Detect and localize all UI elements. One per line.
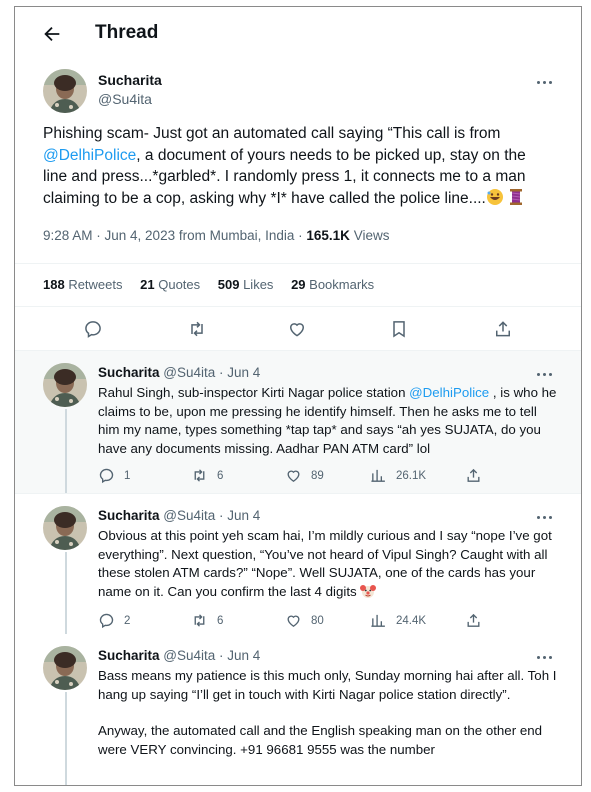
reply-icon [99,613,114,629]
thread-emoji-icon [510,188,523,205]
tweet-text: Phishing scam- Just got an automated cal… [43,123,553,209]
reply-text-part: Rahul Singh, sub-inspector Kirti Nagar p… [98,385,410,400]
reply-actions: 2 6 80 24.4K [98,612,518,632]
reply-header: Sucharita @Su4ita · Jun 4 [98,648,260,663]
reply-header: Sucharita @Su4ita · Jun 4 [98,508,260,523]
clown-emoji-icon [360,585,377,599]
share-icon [467,468,480,482]
reply-text: Obvious at this point yeh scam hai, I’m … [98,527,558,602]
reply-text-part: Obvious at this point yeh scam hai, I’m … [98,528,552,600]
views-chart-icon [371,469,385,482]
author-name[interactable]: Sucharita [98,365,160,380]
bookmarks-stat[interactable]: 29 Bookmarks [291,277,374,292]
like-count-button[interactable]: 80 [285,612,324,629]
back-arrow-icon[interactable] [41,23,63,45]
page-header: Thread [15,7,581,61]
like-icon [287,470,300,482]
mention-link[interactable]: @DelhiPolice [43,147,136,164]
retweet-icon [194,614,205,627]
retweet-icon [194,469,205,482]
reply-text: Bass means my patience is this much only… [98,667,558,760]
mention-link[interactable]: @DelhiPolice [409,385,489,400]
author-handle-date[interactable]: @Su4ita · Jun 4 [163,365,260,380]
author-handle-date[interactable]: @Su4ita · Jun 4 [163,508,260,523]
views-chart-icon [371,614,385,627]
timestamp[interactable]: 9:28 AM · Jun 4, 2023 from Mumbai, India… [43,228,306,243]
author-info: Sucharita @Su4ita [98,72,162,107]
thread-line [65,409,67,493]
share-icon[interactable] [493,319,513,339]
retweet-icon[interactable] [187,319,207,339]
tweet-meta: 9:28 AM · Jun 4, 2023 from Mumbai, India… [43,228,389,243]
reply-paragraph: Bass means my patience is this much only… [98,668,557,702]
reply-tweet[interactable]: Sucharita @Su4ita · Jun 4 Bass means my … [15,634,581,785]
more-options-icon[interactable] [535,512,555,524]
avatar[interactable] [43,646,87,690]
like-icon [287,615,300,627]
views-count-button[interactable]: 24.4K [370,612,426,629]
thread-page: Thread Sucharita @Su4ita Phishing scam- … [14,6,582,786]
avatar[interactable] [43,69,87,113]
avatar[interactable] [43,363,87,407]
like-count-button[interactable]: 89 [285,467,324,484]
thread-line [65,692,67,785]
more-options-icon[interactable] [535,77,555,89]
share-icon [467,613,480,627]
quotes-stat[interactable]: 21 Quotes [140,277,200,292]
reply-count-button[interactable]: 1 [98,467,130,484]
divider [15,306,581,307]
reply-paragraph: Anyway, the automated call and the Engli… [98,723,543,758]
reply-text: Rahul Singh, sub-inspector Kirti Nagar p… [98,384,558,459]
bookmark-icon[interactable] [389,319,409,339]
tweet-actions [15,313,581,345]
views-count-button[interactable]: 26.1K [370,467,426,484]
avatar[interactable] [43,506,87,550]
reply-icon [99,468,114,484]
author-name[interactable]: Sucharita [98,648,160,663]
author-handle[interactable]: @Su4ita [98,91,162,107]
retweet-count-button[interactable]: 6 [191,467,223,484]
share-button[interactable] [465,612,491,629]
reply-header: Sucharita @Su4ita · Jun 4 [98,365,260,380]
retweets-stat[interactable]: 188 Retweets [43,277,123,292]
author-name[interactable]: Sucharita [98,72,162,88]
reply-actions: 1 6 89 26.1K [98,467,518,487]
retweet-count-button[interactable]: 6 [191,612,223,629]
like-icon[interactable] [287,319,307,339]
page-title: Thread [95,22,159,43]
more-options-icon[interactable] [535,652,555,664]
likes-stat[interactable]: 509 Likes [218,277,274,292]
share-button[interactable] [465,467,491,484]
more-options-icon[interactable] [535,369,555,381]
divider [15,263,581,264]
views-count: 165.1K [306,228,350,243]
reply-icon[interactable] [83,319,103,339]
reply-tweet[interactable]: Sucharita @Su4ita · Jun 4 Rahul Singh, s… [15,351,581,493]
author-handle-date[interactable]: @Su4ita · Jun 4 [163,648,260,663]
tweet-text-part: Phishing scam- Just got an automated cal… [43,125,501,142]
reply-tweet[interactable]: Sucharita @Su4ita · Jun 4 Obvious at thi… [15,494,581,634]
reply-count-button[interactable]: 2 [98,612,130,629]
engagement-stats: 188 Retweets 21 Quotes 509 Likes 29 Book… [43,277,388,292]
views-label: Views [349,228,390,243]
thread-line [65,552,67,634]
rofl-emoji-icon [486,188,503,205]
author-name[interactable]: Sucharita [98,508,160,523]
